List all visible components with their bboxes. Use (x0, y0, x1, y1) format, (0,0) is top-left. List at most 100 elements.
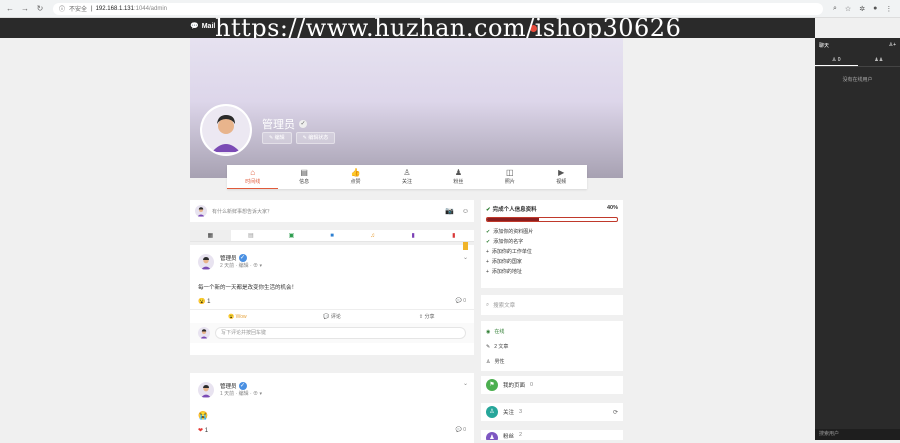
user-avatar-icon (198, 382, 214, 398)
home-icon: ⌂ (227, 168, 278, 178)
chat-search-input[interactable]: 搜索用户 (815, 429, 900, 440)
comment-count[interactable]: 💬 0 (456, 298, 466, 304)
url-path: :1044/admin (134, 6, 167, 12)
chat-tab-groups[interactable]: ♟♟ (858, 53, 900, 66)
comment-count[interactable]: 💬 0 (456, 427, 466, 433)
filter-map[interactable]: ▮ (433, 230, 474, 241)
search-posts[interactable]: ⌕ 搜索文章 (481, 295, 623, 315)
comment-input[interactable]: 写下评论并按回车键 (215, 327, 466, 339)
check-icon: ✔ (486, 227, 490, 237)
progress-bar (486, 217, 618, 222)
file-icon: ▮ (412, 233, 415, 239)
video-icon: ▶ (536, 168, 587, 178)
edit-button[interactable]: ✎ 编辑 (262, 132, 292, 144)
user-avatar-icon (198, 327, 210, 339)
app-topbar: 💬 Mail https://www.huzhan.com/ishop30626 (0, 18, 815, 38)
post-card: 管理员✓ 1 天前 · 编辑 · ⊕ ▾ ⌄ 😭 ❤ 1 💬 0 (190, 373, 474, 443)
tab-info[interactable]: ▤信息 (278, 165, 329, 189)
tab-videos[interactable]: ▶视频 (536, 165, 587, 189)
reaction-count: 1 (205, 428, 208, 434)
profile-name-text: 管理员 (262, 116, 295, 132)
my-pages-row[interactable]: ⚑ 我的页面 0 (481, 376, 623, 394)
share-button[interactable]: ⇪ 分享 (379, 310, 474, 323)
pages-count: 0 (530, 382, 533, 388)
card-title: 完成个人信息资料 (493, 207, 537, 213)
post-emoji: 😭 (198, 411, 466, 420)
tab-fans[interactable]: ♟粉丝 (433, 165, 484, 189)
fans-row[interactable]: ♟ 粉丝 2 (481, 430, 623, 440)
chat-sidebar: 聊天 ♙+ ♙ 0 ♟♟ 没有在线用户 搜索用户 (815, 38, 900, 440)
user-info-card: ◉在线 ✎2 文章 ♙男性 (481, 321, 623, 371)
completion-item[interactable]: +添加你的工作单位 (486, 247, 618, 257)
tab-following[interactable]: ♙关注 (381, 165, 432, 189)
refresh-icon[interactable]: ⟳ (613, 409, 618, 416)
tab-timeline[interactable]: ⌂时间线 (227, 165, 278, 189)
filter-photo[interactable]: ▣ (271, 230, 312, 241)
post-author[interactable]: 管理员 (220, 254, 237, 262)
completion-item-label: 添加你的名字 (493, 237, 523, 247)
account-icon[interactable]: ● (873, 5, 877, 13)
brand[interactable]: 💬 Mail (190, 22, 215, 30)
wow-label: Wow (236, 314, 247, 320)
avatar[interactable] (198, 254, 214, 270)
chat-tab-online[interactable]: ♙ 0 (815, 53, 858, 66)
wow-emoji-icon: 😮 (198, 299, 205, 305)
filter-video[interactable]: ■ (312, 230, 353, 241)
edit-state-label: 编辑状态 (308, 135, 328, 141)
online-label: 在线 (494, 325, 504, 340)
post-count[interactable]: ✎2 文章 (486, 340, 618, 355)
completion-item[interactable]: +添加你的国家 (486, 257, 618, 267)
reload-icon[interactable]: ↻ (35, 4, 45, 14)
info-icon[interactable]: ⓘ (59, 4, 65, 13)
chat-title: 聊天 (819, 42, 829, 49)
chevron-down-icon[interactable]: ⌄ (463, 254, 468, 261)
post-composer[interactable]: 有什么新鲜事想告诉大家？ 📷 ☺ (190, 200, 474, 222)
sticker-icon[interactable]: ☺ (462, 208, 469, 215)
info-list-icon: ▤ (278, 168, 329, 178)
reaction-summary[interactable]: ❤ 1 (198, 427, 208, 434)
completion-item[interactable]: ✔添加你的资料图片 (486, 227, 618, 237)
filter-music[interactable]: ♫ (352, 230, 393, 241)
filter-file[interactable]: ▮ (393, 230, 434, 241)
completion-item[interactable]: ✔添加你的名字 (486, 237, 618, 247)
filter-text[interactable]: ▤ (231, 230, 272, 241)
online-count: 0 (838, 57, 841, 63)
following-label: 关注 (503, 408, 514, 416)
filter-all[interactable]: ▦ (190, 230, 231, 241)
reaction-summary[interactable]: 😮 1 (198, 298, 211, 305)
tab-likes[interactable]: 👍点赞 (330, 165, 381, 189)
chevron-down-icon[interactable]: ⌄ (463, 380, 468, 387)
completion-percent: 40% (607, 205, 618, 213)
comment-button[interactable]: 💬 评论 (285, 310, 380, 323)
tab-label: 粉丝 (453, 179, 463, 185)
chat-empty-text: 没有在线用户 (815, 76, 900, 83)
bookmark-icon[interactable] (463, 242, 468, 250)
post-author[interactable]: 管理员 (220, 382, 237, 390)
back-icon[interactable]: ← (5, 4, 15, 14)
address-bar[interactable]: ⓘ 不安全 | 192.168.1.131:1044/admin (53, 3, 823, 15)
tab-photos[interactable]: ◫照片 (484, 165, 535, 189)
edit-state-button[interactable]: ✎ 编辑状态 (296, 132, 336, 144)
add-user-icon[interactable]: ♙+ (889, 42, 896, 49)
avatar[interactable] (200, 104, 252, 156)
profile-cover: 管理员 ✓ ✎ 编辑 ✎ 编辑状态 (190, 38, 623, 178)
search-icon: ⌕ (486, 302, 489, 309)
zoom-icon[interactable]: ⌕ (833, 5, 837, 13)
main-content: 管理员 ✓ ✎ 编辑 ✎ 编辑状态 ⌂时间线 ▤信息 👍点赞 ♙关注 ♟粉丝 ◫… (0, 38, 815, 440)
composer-placeholder[interactable]: 有什么新鲜事想告诉大家？ (212, 208, 437, 215)
text-icon: ▤ (248, 233, 254, 239)
brand-label: Mail (202, 23, 216, 30)
thumbs-up-icon: 👍 (330, 168, 381, 178)
completion-item[interactable]: +添加你的地址 (486, 267, 618, 277)
users-icon: ♟ (486, 432, 498, 440)
forward-icon[interactable]: → (20, 4, 30, 14)
star-icon[interactable]: ☆ (845, 5, 851, 13)
verified-icon: ✓ (299, 120, 307, 128)
extension-icon[interactable]: ✲ (859, 5, 865, 13)
photo-icon: ◫ (484, 168, 535, 178)
avatar[interactable] (198, 382, 214, 398)
menu-icon[interactable]: ⋮ (885, 5, 892, 13)
wow-button[interactable]: 😮 Wow (190, 310, 285, 323)
camera-icon[interactable]: 📷 (445, 207, 454, 215)
following-row[interactable]: ♙ 关注 3 ⟳ (481, 403, 623, 421)
